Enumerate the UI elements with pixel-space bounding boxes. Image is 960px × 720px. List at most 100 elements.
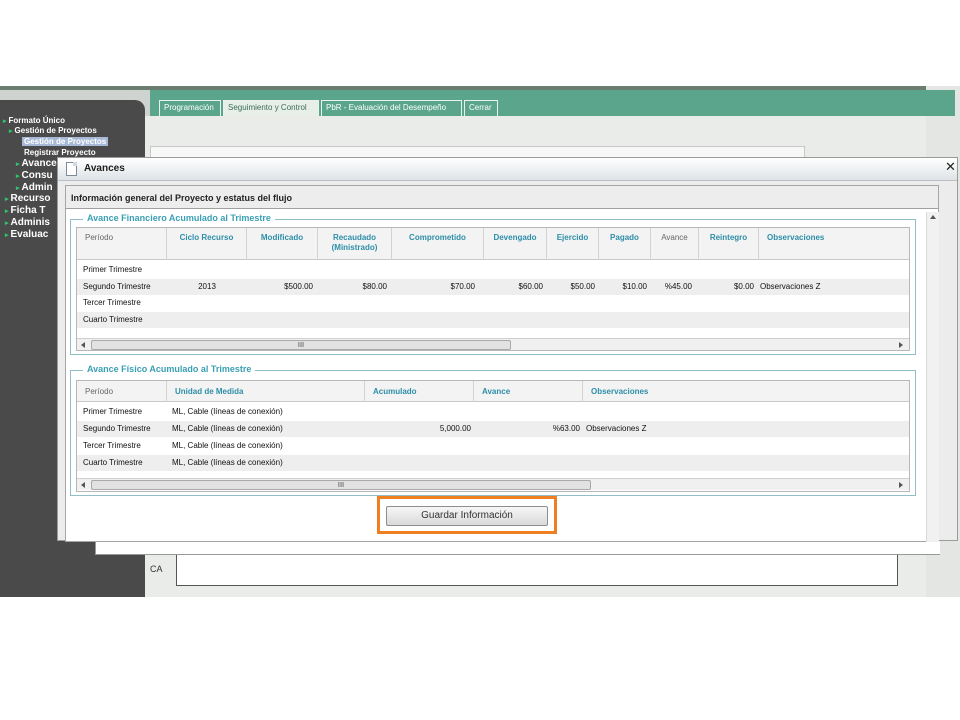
physical-grid: Período Unidad de Medida Acumulado Avanc… (76, 380, 910, 492)
cell-observaciones: Observaciones Z (760, 282, 821, 291)
col-modificado[interactable]: Modificado (247, 228, 318, 260)
sidebar-item-gestion-selected[interactable]: Gestión de Proyectos (22, 137, 109, 146)
cell-reintegro: $0.00 (733, 282, 754, 291)
physical-legend: Avance Físico Acumulado al Trimestre (83, 364, 256, 374)
col-devengado[interactable]: Devengado (484, 228, 547, 260)
physical-hscrollbar[interactable]: III (77, 478, 909, 490)
col-pagado[interactable]: Pagado (599, 228, 651, 260)
save-button[interactable]: Guardar Información (386, 506, 548, 526)
col-avance[interactable]: Avance (474, 381, 583, 402)
cell-comprometido: $70.00 (450, 282, 475, 291)
main-tabbar: Programación Seguimiento y Control PbR -… (150, 90, 955, 116)
tab-seguimiento[interactable]: Seguimiento y Control (223, 100, 319, 116)
arrow-icon: ▸ (9, 128, 13, 135)
scroll-right-icon[interactable] (899, 342, 903, 348)
cell-ejercido: $50.00 (570, 282, 595, 291)
sidebar-item-registrar[interactable]: Registrar Proyecto (24, 148, 96, 157)
close-icon[interactable]: ✕ (945, 161, 956, 175)
sidebar-item-evaluacion[interactable]: ▸ Evaluac (5, 229, 48, 240)
arrow-icon: ▸ (16, 161, 20, 168)
arrow-icon: ▸ (3, 118, 7, 125)
col-ejercido[interactable]: Ejercido (547, 228, 599, 260)
content-box (176, 554, 898, 586)
dialog-header: Avances ✕ (58, 158, 957, 181)
sidebar-item-formato-unico[interactable]: ▸ Formato Único (3, 116, 65, 125)
col-acumulado[interactable]: Acumulado (365, 381, 474, 402)
col-comprometido[interactable]: Comprometido (392, 228, 484, 260)
table-row[interactable]: Segundo Trimestre ML, Cable (líneas de c… (77, 421, 909, 437)
scroll-up-icon[interactable] (930, 215, 936, 219)
financial-header: Período Ciclo Recurso Modificado Recauda… (77, 228, 909, 260)
table-row[interactable]: Primer Trimestre ML, Cable (líneas de co… (77, 404, 909, 420)
arrow-icon: ▸ (5, 232, 9, 239)
cell-periodo: Segundo Trimestre (83, 282, 151, 291)
table-row[interactable]: Tercer Trimestre (77, 295, 909, 311)
cell-observaciones: Observaciones Z (586, 424, 647, 433)
cell-periodo: Primer Trimestre (83, 265, 143, 274)
info-title: Información general del Proyecto y estat… (71, 193, 293, 203)
col-recaudado[interactable]: Recaudado (Ministrado) (318, 228, 392, 260)
vertical-scrollbar[interactable] (926, 212, 939, 542)
modal-backdrop-edge (95, 541, 940, 555)
arrow-icon: ▸ (16, 173, 20, 180)
sidebar-item-avances[interactable]: ▸ Avances (16, 158, 62, 169)
scroll-thumb[interactable]: III (91, 340, 511, 350)
col-observaciones[interactable]: Observaciones (759, 228, 909, 260)
sidebar-item-consultas[interactable]: ▸ Consu (16, 170, 53, 181)
dialog-body: Información general del Proyecto y estat… (65, 185, 939, 542)
scroll-right-icon[interactable] (899, 482, 903, 488)
cell-periodo: Segundo Trimestre (83, 424, 151, 433)
financial-hscrollbar[interactable]: III (77, 338, 909, 350)
ca-label: CA (150, 564, 163, 574)
cell-unidad: ML, Cable (líneas de conexión) (172, 407, 283, 416)
scroll-left-icon[interactable] (81, 482, 85, 488)
arrow-icon: ▸ (5, 220, 9, 227)
financial-grid: Período Ciclo Recurso Modificado Recauda… (76, 227, 910, 351)
cell-periodo: Cuarto Trimestre (83, 458, 143, 467)
col-periodo[interactable]: Período (77, 381, 167, 402)
cell-acumulado: 5,000.00 (439, 424, 471, 433)
cell-avance: %63.00 (552, 424, 580, 433)
arrow-icon: ▸ (5, 208, 9, 215)
tab-pbr[interactable]: PbR - Evaluación del Desempeño (321, 100, 462, 116)
financial-fieldset: Avance Financiero Acumulado al Trimestre… (70, 213, 916, 355)
tab-programacion[interactable]: Programación (159, 100, 221, 116)
col-reintegro[interactable]: Reintegro (699, 228, 759, 260)
info-header: Información general del Proyecto y estat… (66, 186, 938, 209)
document-icon (66, 162, 77, 176)
sidebar-item-ficha[interactable]: ▸ Ficha T (5, 205, 46, 216)
cell-devengado: $60.00 (518, 282, 543, 291)
table-row[interactable]: Tercer Trimestre ML, Cable (líneas de co… (77, 438, 909, 454)
cell-pagado: $10.00 (622, 282, 647, 291)
arrow-icon: ▸ (16, 185, 20, 192)
sidebar-item-gestion[interactable]: ▸ Gestión de Proyectos (9, 126, 97, 135)
cell-modificado: $500.00 (284, 282, 313, 291)
table-row[interactable]: Segundo Trimestre 2013 $500.00 $80.00 $7… (77, 279, 909, 295)
col-observaciones[interactable]: Observaciones (583, 381, 909, 402)
screenshot-canvas: CA Programación Seguimiento y Control Pb… (0, 0, 960, 720)
table-row[interactable]: Cuarto Trimestre ML, Cable (líneas de co… (77, 455, 909, 471)
tab-cerrar[interactable]: Cerrar (464, 100, 498, 116)
physical-header: Período Unidad de Medida Acumulado Avanc… (77, 381, 909, 402)
scroll-thumb[interactable]: III (91, 480, 591, 490)
sidebar-item-admin[interactable]: ▸ Admin (16, 182, 53, 193)
table-row[interactable]: Primer Trimestre (77, 262, 909, 278)
avances-dialog: Avances ✕ Información general del Proyec… (57, 157, 958, 542)
sidebar-item-administracion[interactable]: ▸ Adminis (5, 217, 50, 228)
physical-fieldset: Avance Físico Acumulado al Trimestre Per… (70, 364, 916, 496)
cell-periodo: Tercer Trimestre (83, 441, 141, 450)
table-row[interactable]: Cuarto Trimestre (77, 312, 909, 328)
scroll-left-icon[interactable] (81, 342, 85, 348)
cell-recaudado: $80.00 (362, 282, 387, 291)
financial-legend: Avance Financiero Acumulado al Trimestre (83, 213, 275, 223)
col-unidad-medida[interactable]: Unidad de Medida (167, 381, 365, 402)
col-ciclo-recurso[interactable]: Ciclo Recurso (167, 228, 247, 260)
col-avance[interactable]: Avance (651, 228, 699, 260)
cell-periodo: Primer Trimestre (83, 407, 143, 416)
cell-periodo: Cuarto Trimestre (83, 315, 143, 324)
cell-unidad: ML, Cable (líneas de conexión) (172, 424, 283, 433)
cell-unidad: ML, Cable (líneas de conexión) (172, 441, 283, 450)
cell-unidad: ML, Cable (líneas de conexión) (172, 458, 283, 467)
col-periodo[interactable]: Período (77, 228, 167, 260)
sidebar-item-recursos[interactable]: ▸ Recurso (5, 193, 51, 204)
